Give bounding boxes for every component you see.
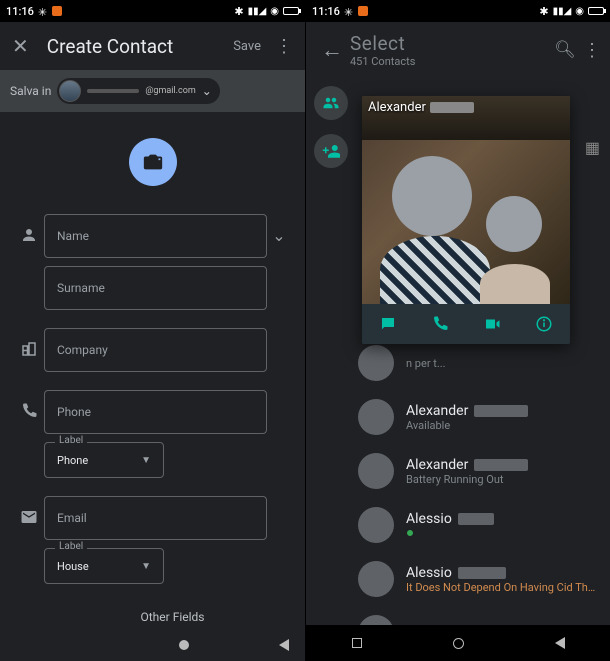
phone-icon [431,315,449,333]
contact-preview-card: Alexander [362,96,570,344]
preview-name: Alexander [368,100,474,115]
page-title: Select [350,32,550,55]
close-icon[interactable]: ✕ [12,34,29,58]
account-avatar [59,80,81,102]
account-email-masked [87,89,139,93]
bt-icon: ✱ [539,5,548,18]
nav-home-icon[interactable] [453,638,464,649]
email-label-select[interactable]: Label House ▼ [44,548,164,584]
notif-icon-app [358,6,368,16]
masked-text [458,567,506,579]
chevron-down-icon: ⌄ [202,84,212,98]
clock: 11:16 [6,5,34,18]
person-icon [20,226,38,244]
create-contact-header: ✕ Create Contact Save ⋮ [0,22,305,70]
overflow-menu-icon[interactable]: ⋮ [275,36,293,57]
list-item[interactable]: Alexander Battery Running Out [306,444,610,498]
video-call-button[interactable] [466,304,518,344]
list-item[interactable]: Alessio [306,606,610,625]
masked-text [458,513,494,525]
expand-name-icon[interactable]: ⌄ [267,214,291,245]
right-phone: 11:16 ✳ ✱ ▮▮◢ ◉ ← Select 451 Contacts 🔍︎… [305,0,610,661]
nav-home-icon[interactable] [179,640,189,650]
phone-field[interactable]: Phone [44,390,267,434]
search-icon[interactable]: 🔍︎ [550,40,580,60]
page-title: Create Contact [47,35,233,58]
account-chip[interactable]: @gmail.com ⌄ [57,78,219,104]
name-field[interactable]: Name [44,214,267,258]
status-bar: 11:16 ✳ ✱ ▮▮◢ ◉ [0,0,305,22]
form-body: Name Surname ⌄ Company Phone Label Phone… [0,112,305,661]
signal-icon: ▮▮◢ [553,6,572,17]
person-add-icon [322,142,340,160]
notif-icon-app [52,6,62,16]
message-button[interactable] [362,304,414,344]
contacts-body: ▦ New Nrunno n per t... Alexander Availa… [306,78,610,625]
nav-recent-icon[interactable] [352,638,362,648]
status-bar: 11:16 ✳ ✱ ▮▮◢ ◉ [306,0,610,22]
contact-count: 451 Contacts [350,55,550,68]
avatar [358,399,394,435]
android-nav-bar [306,625,610,661]
company-icon [20,340,38,358]
save-button[interactable]: Save [233,39,261,54]
wifi-icon: ◉ [575,6,584,17]
notif-icon: ✳ [344,6,354,16]
company-field[interactable]: Company [44,328,267,372]
clock: 11:16 [312,5,340,18]
info-button[interactable] [518,304,570,344]
avatar [358,453,394,489]
nav-back-icon[interactable] [555,637,565,649]
group-icon [322,94,340,112]
back-icon[interactable]: ← [314,37,350,63]
preview-photo[interactable] [362,96,570,304]
save-to-label: Salva in [10,84,51,98]
signal-icon: ▮▮◢ [248,6,267,17]
email-icon [20,508,38,526]
list-item[interactable]: Alexander Available [306,390,610,444]
dropdown-icon: ▼ [141,561,151,572]
avatar [358,507,394,543]
add-photo-button[interactable] [129,138,177,186]
avatar [358,345,394,381]
status-dot [406,529,414,537]
video-icon [483,315,501,333]
left-phone: 11:16 ✳ ✱ ▮▮◢ ◉ ✕ Create Contact Save ⋮ … [0,0,305,661]
overflow-menu-icon[interactable]: ⋮ [580,40,604,61]
call-button[interactable] [414,304,466,344]
phone-label-select[interactable]: Label Phone ▼ [44,442,164,478]
dropdown-icon: ▼ [141,455,151,466]
bt-icon: ✱ [234,5,243,18]
info-icon [535,315,553,333]
nav-back-icon[interactable] [279,639,289,651]
list-item[interactable]: Alessio [306,498,610,552]
battery-icon [588,7,604,15]
email-field[interactable]: Email [44,496,267,540]
new-group-button[interactable] [314,86,348,120]
account-domain: @gmail.com [145,86,195,96]
chat-icon [379,315,397,333]
list-item[interactable]: n per t... [306,336,610,390]
android-nav-bar [179,635,289,655]
account-row: Salva in @gmail.com ⌄ [0,70,305,112]
avatar [358,561,394,597]
new-contact-button[interactable] [314,134,348,168]
wifi-icon: ◉ [270,6,279,17]
masked-text [474,459,528,471]
notif-icon: ✳ [38,6,48,16]
masked-text [474,405,528,417]
preview-actions [362,304,570,344]
list-item[interactable]: Alessio It Does Not Depend On Having Cid… [306,552,610,606]
surname-field[interactable]: Surname [44,266,267,310]
camera-icon [142,151,164,173]
battery-icon [283,7,299,15]
select-header: ← Select 451 Contacts 🔍︎ ⋮ [306,22,610,78]
phone-icon [20,402,38,420]
avatar [358,615,394,625]
